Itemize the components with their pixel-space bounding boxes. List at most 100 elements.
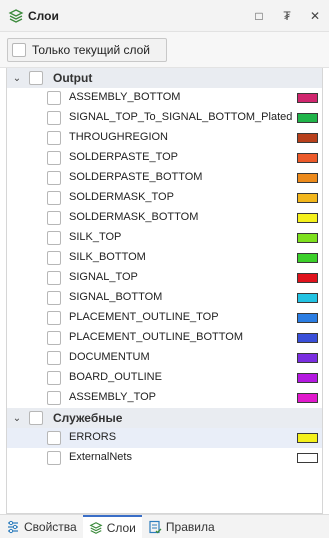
layer-visibility-checkbox[interactable] [47,391,61,405]
layer-row[interactable]: ExternalNets [7,448,322,468]
only-current-layer-checkbox[interactable] [12,43,26,57]
layer-row[interactable]: PLACEMENT_OUTLINE_BOTTOM [7,328,322,348]
layer-group-row[interactable]: ⌄ Output [7,68,322,88]
layer-visibility-checkbox[interactable] [47,111,61,125]
layer-name: PLACEMENT_OUTLINE_BOTTOM [69,331,243,343]
pin-button[interactable]: ₮ [273,4,301,28]
layer-row[interactable]: PLACEMENT_OUTLINE_TOP [7,308,322,328]
layer-color-swatch[interactable] [297,153,318,163]
bottom-tab-bar: Свойства Слои Правила [0,514,329,538]
layer-name: SIGNAL_TOP_To_SIGNAL_BOTTOM_Plated [69,111,293,123]
layer-color-swatch[interactable] [297,333,318,343]
sliders-icon [6,520,24,534]
bottom-tab-label: Слои [106,520,136,535]
bottom-tab-label: Правила [165,520,215,534]
layer-name: SIGNAL_BOTTOM [69,291,163,303]
layer-color-swatch[interactable] [297,293,318,303]
layer-color-swatch[interactable] [297,233,318,243]
layer-row[interactable]: SOLDERMASK_TOP [7,188,322,208]
layer-name: ASSEMBLY_BOTTOM [69,91,181,103]
layer-name: DOCUMENTUM [69,351,150,363]
layer-color-swatch[interactable] [297,93,318,103]
layer-name: SOLDERPASTE_BOTTOM [69,171,203,183]
layer-name: THROUGHREGION [69,131,168,143]
layer-row[interactable]: ASSEMBLY_BOTTOM [7,88,322,108]
close-button[interactable]: ✕ [301,4,329,28]
group-visibility-checkbox[interactable] [29,71,43,85]
panel-title: Слои [28,8,59,23]
layer-visibility-checkbox[interactable] [47,231,61,245]
layer-visibility-checkbox[interactable] [47,371,61,385]
layer-color-swatch[interactable] [297,133,318,143]
only-current-layer-label: Только текущий слой [32,43,150,57]
layer-color-swatch[interactable] [297,273,318,283]
layer-color-swatch[interactable] [297,253,318,263]
layer-row[interactable]: SILK_BOTTOM [7,248,322,268]
layer-row[interactable]: DOCUMENTUM [7,348,322,368]
layer-visibility-checkbox[interactable] [47,351,61,365]
layer-visibility-checkbox[interactable] [47,291,61,305]
layer-row[interactable]: SIGNAL_TOP_To_SIGNAL_BOTTOM_Plated [7,108,322,128]
layer-visibility-checkbox[interactable] [47,271,61,285]
layer-name: ASSEMBLY_TOP [69,391,157,403]
layer-name: SIGNAL_TOP [69,271,138,283]
layer-row[interactable]: ASSEMBLY_TOP [7,388,322,408]
layer-visibility-checkbox[interactable] [47,251,61,265]
layer-color-swatch[interactable] [297,433,318,443]
layer-color-swatch[interactable] [297,453,318,463]
group-name: Output [53,71,93,85]
layer-row[interactable]: SOLDERPASTE_BOTTOM [7,168,322,188]
layer-name: ExternalNets [69,451,132,463]
chevron-down-icon[interactable]: ⌄ [9,410,25,426]
layer-name: SILK_TOP [69,231,122,243]
panel-titlebar: Слои □ ₮ ✕ [0,0,329,32]
layer-visibility-checkbox[interactable] [47,191,61,205]
layer-row[interactable]: SOLDERMASK_BOTTOM [7,208,322,228]
layer-row[interactable]: SOLDERPASTE_TOP [7,148,322,168]
only-current-layer-toggle[interactable]: Только текущий слой [7,38,167,62]
panel-toolbar: Только текущий слой [0,32,329,68]
bottom-tab[interactable]: Свойства [0,516,83,538]
layer-color-swatch[interactable] [297,113,318,123]
layer-visibility-checkbox[interactable] [47,131,61,145]
bottom-tab-label: Свойства [24,520,77,534]
layer-visibility-checkbox[interactable] [47,151,61,165]
layer-color-swatch[interactable] [297,373,318,383]
layer-row[interactable]: BOARD_OUTLINE [7,368,322,388]
maximize-button[interactable]: □ [245,4,273,28]
layer-name: SOLDERMASK_TOP [69,191,174,203]
layer-name: SOLDERPASTE_TOP [69,151,179,163]
layer-visibility-checkbox[interactable] [47,331,61,345]
layer-row[interactable]: ERRORS [7,428,322,448]
layer-visibility-checkbox[interactable] [47,91,61,105]
layer-group-row[interactable]: ⌄ Служебные [7,408,322,428]
layer-row[interactable]: SILK_TOP [7,228,322,248]
layer-color-swatch[interactable] [297,193,318,203]
layers-icon [8,8,24,23]
layer-name: BOARD_OUTLINE [69,371,162,383]
group-visibility-checkbox[interactable] [29,411,43,425]
layer-row[interactable]: THROUGHREGION [7,128,322,148]
chevron-down-icon[interactable]: ⌄ [9,70,25,86]
layer-color-swatch[interactable] [297,393,318,403]
layer-name: PLACEMENT_OUTLINE_TOP [69,311,219,323]
layer-visibility-checkbox[interactable] [47,451,61,465]
layer-color-swatch[interactable] [297,353,318,363]
layer-row[interactable]: SIGNAL_TOP [7,268,322,288]
bottom-tab[interactable]: Правила [142,516,221,538]
layer-visibility-checkbox[interactable] [47,211,61,225]
rules-icon [148,520,166,534]
layer-name: ERRORS [69,431,117,443]
layer-row[interactable]: SIGNAL_BOTTOM [7,288,322,308]
layer-visibility-checkbox[interactable] [47,171,61,185]
group-name: Служебные [53,411,123,425]
layer-list: ⌄ Output ASSEMBLY_BOTTOM SIGNAL_TOP_To_SIGN… [6,68,323,514]
layer-name: SILK_BOTTOM [69,251,146,263]
bottom-tab[interactable]: Слои [82,515,142,538]
layer-visibility-checkbox[interactable] [47,431,61,445]
layer-color-swatch[interactable] [297,313,318,323]
layer-name: SOLDERMASK_BOTTOM [69,211,199,223]
layer-color-swatch[interactable] [297,213,318,223]
layer-visibility-checkbox[interactable] [47,311,61,325]
layer-color-swatch[interactable] [297,173,318,183]
